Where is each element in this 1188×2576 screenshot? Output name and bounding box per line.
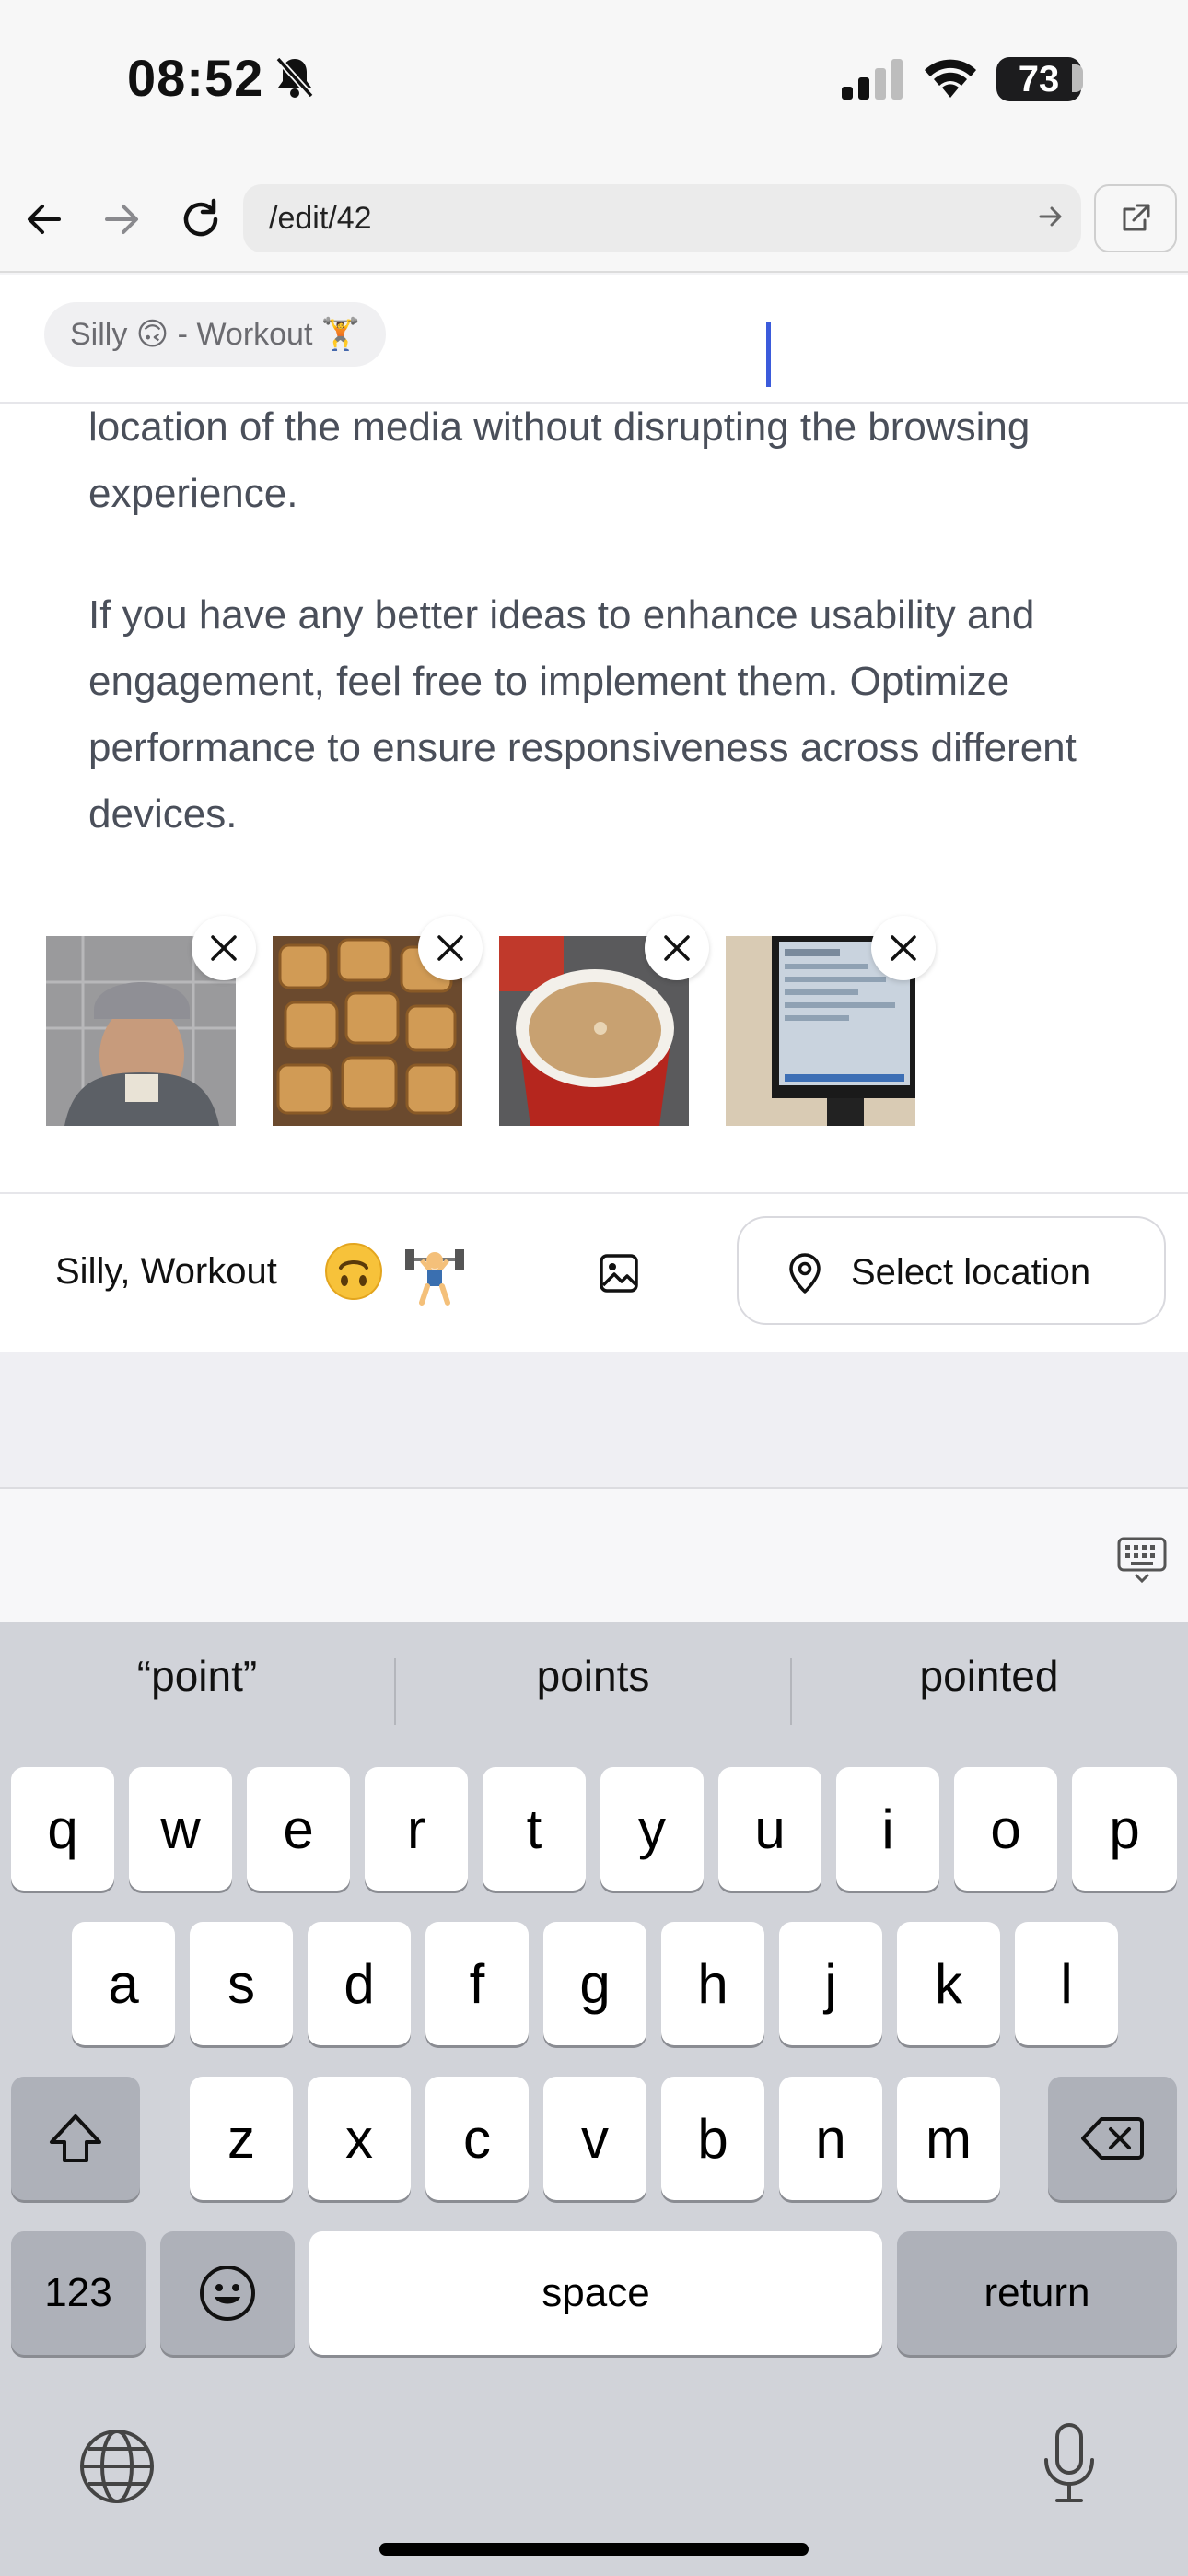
mood-selector[interactable]: Silly, Workout (55, 1251, 277, 1293)
upside-down-face-icon (322, 1240, 385, 1307)
key-d[interactable]: d (308, 1922, 411, 2045)
forward-button[interactable] (90, 188, 153, 251)
emoji-icon (200, 2266, 255, 2321)
image-icon (600, 1254, 638, 1293)
go-arrow-icon[interactable] (1037, 203, 1065, 235)
key-w[interactable]: w (129, 1767, 232, 1891)
shift-icon (50, 2114, 101, 2162)
media-thumbnail[interactable] (726, 916, 936, 1126)
key-t[interactable]: t (483, 1767, 586, 1891)
close-icon (437, 935, 463, 961)
backspace-icon (1081, 2117, 1144, 2160)
tag-chip[interactable]: Silly 🙃 - Workout 🏋️ (44, 302, 387, 367)
remove-media-button[interactable] (871, 916, 936, 980)
battery-tip (1072, 64, 1083, 92)
page-content: Silly 🙃 - Workout 🏋️ location of the med… (0, 275, 1188, 1352)
reload-button[interactable] (169, 188, 232, 251)
key-x[interactable]: x (308, 2077, 411, 2200)
media-thumbnail[interactable] (46, 916, 256, 1126)
arrow-left-icon (28, 205, 61, 234)
paragraph: location of the media without disrupting… (88, 404, 1031, 516)
key-n[interactable]: n (779, 2077, 882, 2200)
status-bar: 08:52 73 (0, 0, 1188, 166)
key-p[interactable]: p (1072, 1767, 1177, 1891)
key-e[interactable]: e (247, 1767, 350, 1891)
space-key[interactable]: space (309, 2231, 882, 2355)
editor-text[interactable]: location of the media without disrupting… (88, 394, 1120, 903)
suggestion[interactable]: pointed (792, 1622, 1186, 1730)
url-text: /edit/42 (269, 201, 372, 236)
close-icon (891, 935, 916, 961)
media-thumbnail[interactable] (499, 916, 709, 1126)
key-i[interactable]: i (836, 1767, 939, 1891)
silent-bell-icon (274, 55, 315, 104)
key-c[interactable]: c (425, 2077, 529, 2200)
key-s[interactable]: s (190, 1922, 293, 2045)
key-o[interactable]: o (954, 1767, 1057, 1891)
external-link-icon (1123, 204, 1150, 231)
key-a[interactable]: a (72, 1922, 175, 2045)
wifi-icon (921, 55, 980, 104)
paragraph: If you have any better ideas to enhance … (88, 592, 1077, 837)
numbers-key[interactable]: 123 (11, 2231, 146, 2355)
editor-toolbar: Silly, Workout Select location (0, 1194, 1188, 1352)
key-l[interactable]: l (1015, 1922, 1118, 2045)
key-f[interactable]: f (425, 1922, 529, 2045)
emoji-key[interactable] (160, 2231, 295, 2355)
remove-media-button[interactable] (645, 916, 709, 980)
shift-key[interactable] (11, 2077, 140, 2200)
select-location-button[interactable]: Select location (737, 1216, 1166, 1325)
tag-bar: Silly 🙃 - Workout 🏋️ (0, 275, 1188, 404)
key-z[interactable]: z (190, 2077, 293, 2200)
map-pin-icon (785, 1251, 825, 1300)
key-h[interactable]: h (661, 1922, 764, 2045)
key-y[interactable]: y (600, 1767, 704, 1891)
arrow-right-icon (105, 205, 138, 234)
return-key[interactable]: return (897, 2231, 1177, 2355)
key-r[interactable]: r (365, 1767, 468, 1891)
media-thumbnail[interactable] (273, 916, 483, 1126)
battery-indicator: 73 (996, 57, 1081, 101)
back-button[interactable] (13, 188, 76, 251)
reload-icon (183, 198, 218, 237)
remove-media-button[interactable] (418, 916, 483, 980)
address-bar[interactable]: /edit/42 (243, 184, 1081, 252)
select-location-label: Select location (851, 1252, 1091, 1293)
page-footer-area (0, 1352, 1188, 1489)
close-icon (664, 935, 690, 961)
globe-icon[interactable] (77, 2427, 157, 2511)
key-m[interactable]: m (897, 2077, 1000, 2200)
weightlifter-icon (402, 1240, 468, 1311)
text-cursor (766, 322, 771, 387)
hide-keyboard-button[interactable] (1116, 1533, 1168, 1589)
key-j[interactable]: j (779, 1922, 882, 2045)
suggestion[interactable]: points (396, 1622, 790, 1730)
key-u[interactable]: u (718, 1767, 821, 1891)
key-v[interactable]: v (543, 2077, 646, 2200)
clock: 08:52 (127, 49, 264, 107)
add-image-button[interactable] (591, 1246, 646, 1301)
delete-key[interactable] (1048, 2077, 1177, 2200)
key-q[interactable]: q (11, 1767, 114, 1891)
ios-keyboard: “point” points pointed q w e r t y u i o… (0, 1622, 1188, 2576)
home-indicator (379, 2543, 809, 2556)
open-external-button[interactable] (1094, 184, 1177, 252)
keyboard-accessory-bar (0, 1489, 1188, 1622)
remove-media-button[interactable] (192, 916, 256, 980)
media-strip (0, 916, 1188, 1157)
keyboard-icon (1117, 1537, 1167, 1584)
browser-toolbar: /edit/42 (0, 166, 1188, 273)
key-b[interactable]: b (661, 2077, 764, 2200)
key-k[interactable]: k (897, 1922, 1000, 2045)
microphone-icon[interactable] (1039, 2421, 1100, 2509)
key-g[interactable]: g (543, 1922, 646, 2045)
predictive-bar: “point” points pointed (0, 1622, 1188, 1730)
suggestion[interactable]: “point” (0, 1622, 394, 1730)
cellular-signal-icon (840, 59, 906, 104)
close-icon (211, 935, 237, 961)
